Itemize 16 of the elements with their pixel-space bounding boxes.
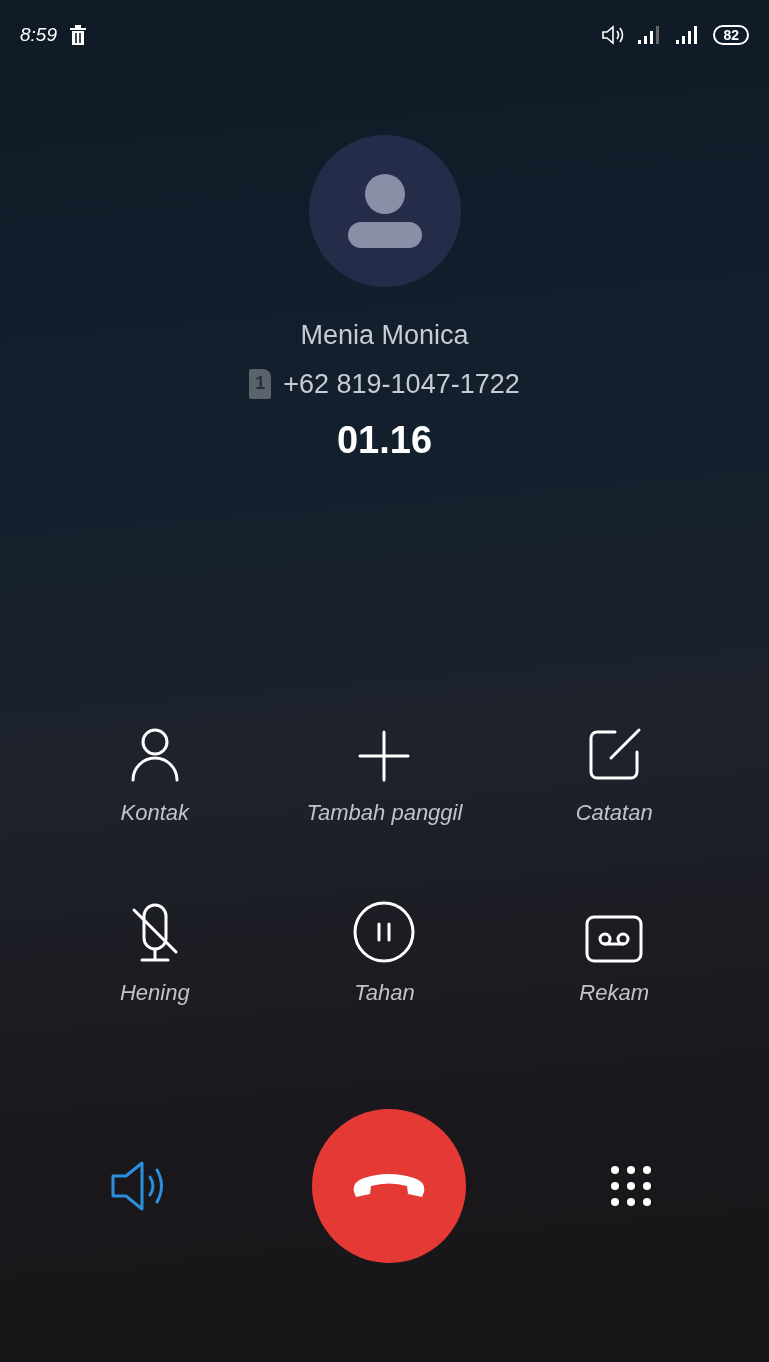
keypad-icon (610, 1165, 652, 1207)
trash-icon (69, 25, 87, 45)
battery-indicator: 82 (713, 25, 749, 45)
call-control-button[interactable]: Hening (40, 899, 270, 1009)
phone-number: +62 819-1047-1722 (283, 367, 520, 401)
call-control-button[interactable]: Tambah panggil (269, 719, 500, 829)
voicemail-icon (584, 914, 645, 964)
status-time: 8:59 (20, 22, 57, 47)
volume-icon (601, 25, 626, 45)
call-control-button[interactable]: Kontak (40, 719, 270, 829)
call-control-button[interactable]: Rekam (499, 899, 729, 1009)
pause-icon (352, 900, 417, 964)
call-control-button[interactable]: Tahan (269, 899, 500, 1009)
caller-name: Menia Monica (300, 319, 469, 352)
call-control-button[interactable]: Catatan (499, 719, 729, 829)
call-duration: 01.16 (336, 418, 433, 463)
